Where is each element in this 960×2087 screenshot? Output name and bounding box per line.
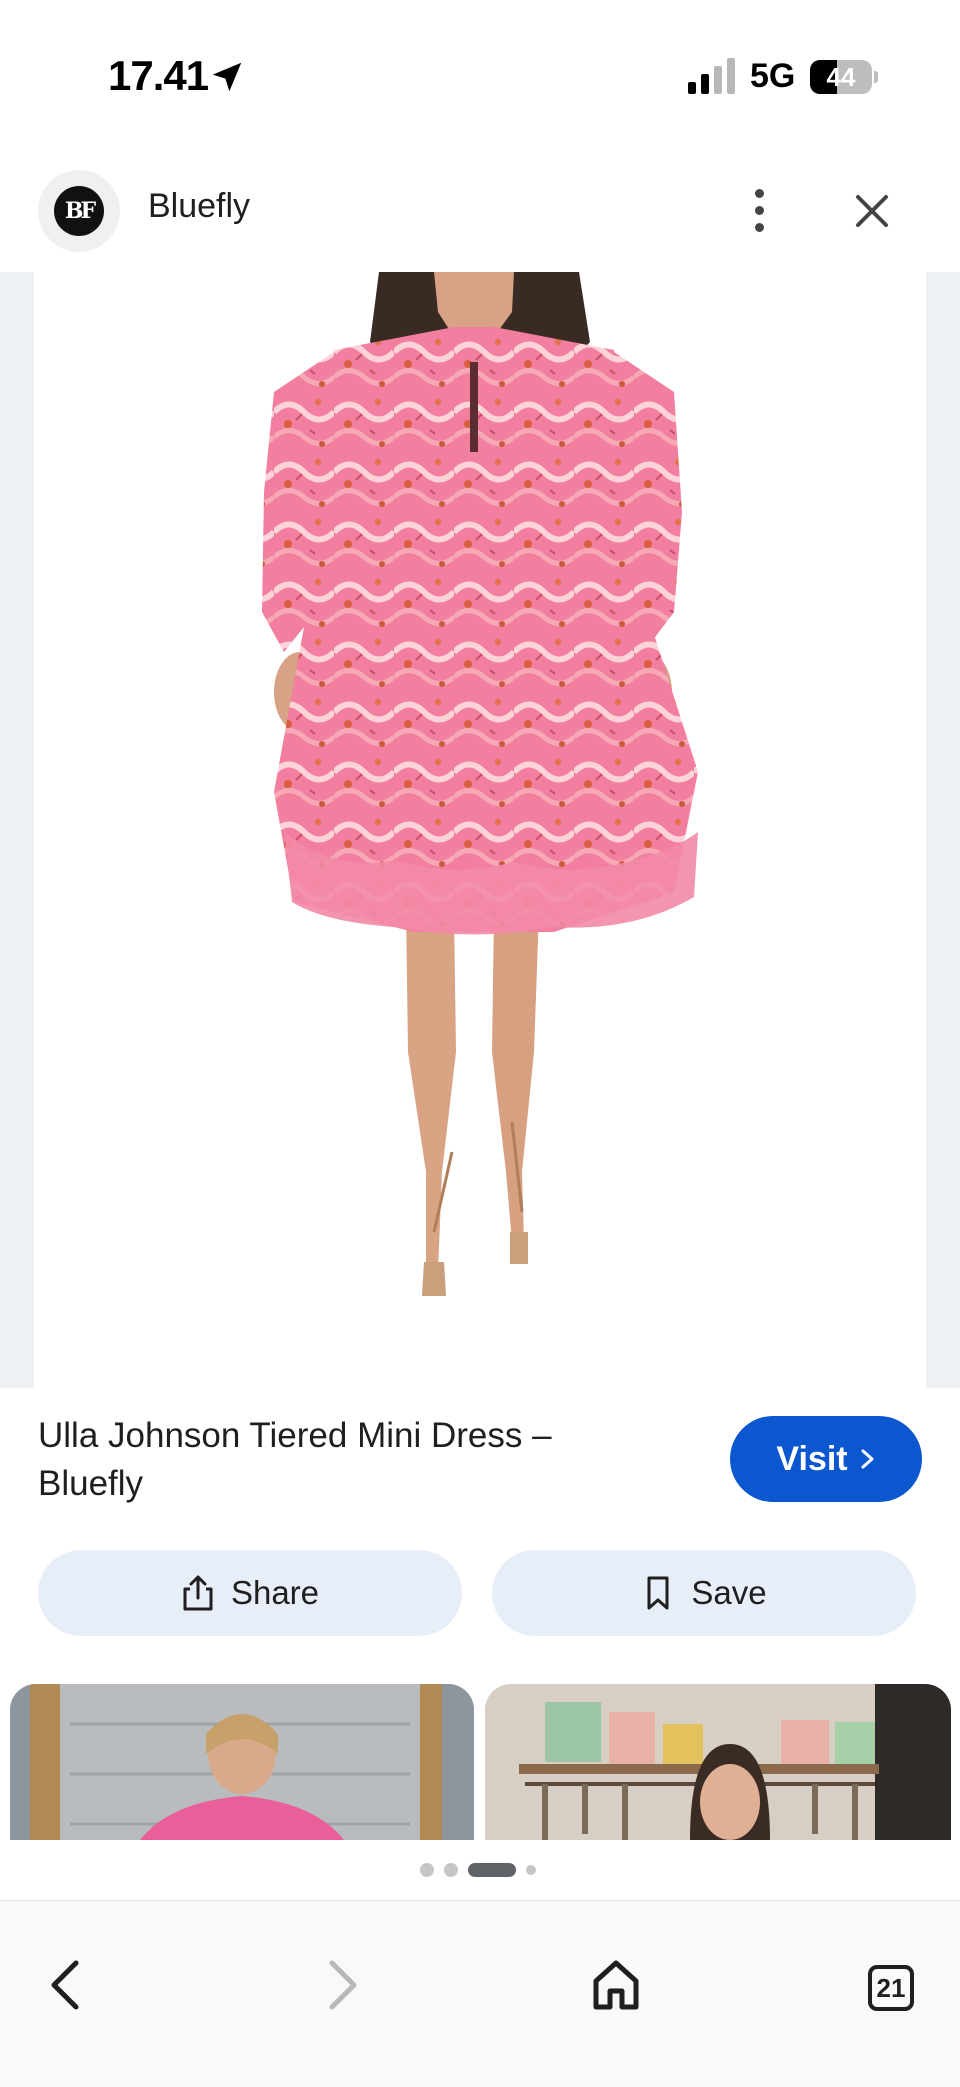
dress-model-illustration — [262, 272, 698, 1296]
pager-dot — [526, 1865, 536, 1875]
product-image-area[interactable] — [0, 272, 960, 1388]
related-image-2[interactable] — [485, 1684, 951, 1840]
status-time: 17.41 — [108, 52, 209, 99]
product-title[interactable]: Ulla Johnson Tiered Mini Dress – Bluefly — [38, 1412, 638, 1508]
visit-label: Visit — [776, 1439, 848, 1478]
forward-button[interactable] — [308, 1953, 372, 2017]
site-name[interactable]: Bluefly — [148, 187, 250, 226]
pager-dot — [444, 1863, 458, 1877]
product-image[interactable] — [34, 272, 926, 1388]
pager-dot-active — [468, 1863, 516, 1877]
chevron-right-icon — [861, 1449, 874, 1469]
share-button[interactable]: Share — [38, 1550, 462, 1636]
location-arrow-icon — [212, 62, 242, 92]
pager-dots — [0, 1860, 960, 1880]
related-image-1[interactable] — [10, 1684, 474, 1840]
status-bar: 17.41 5G 44 — [0, 0, 960, 150]
back-button[interactable] — [36, 1953, 100, 2017]
home-button[interactable] — [584, 1953, 648, 2017]
more-options-button[interactable] — [740, 183, 780, 239]
share-icon — [183, 1575, 213, 1611]
more-vert-icon — [755, 189, 764, 198]
close-button[interactable] — [848, 187, 896, 235]
save-label: Save — [691, 1574, 767, 1611]
battery-percent: 44 — [826, 62, 856, 92]
tabs-button[interactable]: 21 — [868, 1965, 914, 2011]
battery-icon: 44 — [810, 60, 878, 94]
bottom-navigation: 21 — [0, 1900, 960, 2087]
site-header: BF Bluefly — [0, 165, 960, 275]
pager-dot — [420, 1863, 434, 1877]
save-button[interactable]: Save — [492, 1550, 916, 1636]
site-logo-mark: BF — [54, 186, 104, 236]
visit-button[interactable]: Visit — [730, 1416, 922, 1502]
bookmark-icon — [647, 1576, 669, 1610]
network-type: 5G — [750, 57, 796, 95]
share-label: Share — [230, 1574, 320, 1611]
cellular-signal-icon — [688, 58, 735, 94]
site-logo[interactable]: BF — [38, 170, 120, 252]
